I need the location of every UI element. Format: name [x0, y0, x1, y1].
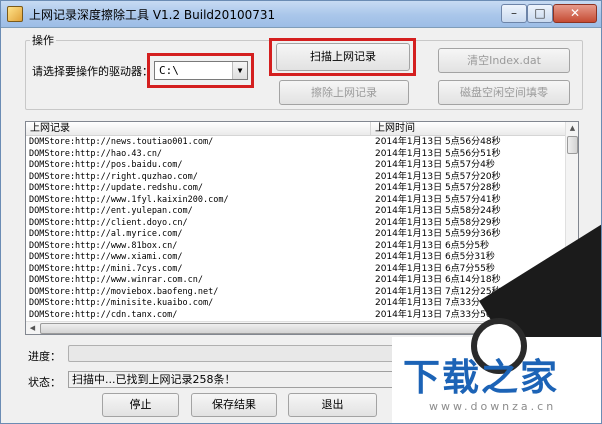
table-row[interactable]: DOMStore:http://ent.yulepan.com/2014年1月1… — [26, 206, 566, 218]
highlight-scan-button — [269, 38, 416, 76]
drive-label: 请选择要操作的驱动器： — [32, 65, 153, 78]
title-bar[interactable]: 上网记录深度擦除工具 V1.2 Build20100731 – □ ✕ — [1, 1, 601, 28]
table-row[interactable]: DOMStore:http://pos.baidu.com/2014年1月13日… — [26, 160, 566, 172]
table-row[interactable]: DOMStore:http://www.winrar.com.cn/2014年1… — [26, 275, 566, 287]
erase-records-button[interactable]: 擦除上网记录 — [279, 80, 409, 105]
progress-bar — [68, 345, 398, 362]
table-row[interactable]: DOMStore:http://client.doyo.cn/2014年1月13… — [26, 218, 566, 230]
table-row[interactable]: DOMStore:http://right.quzhao.com/2014年1月… — [26, 172, 566, 184]
row-time: 2014年1月13日 6点14分18秒 — [375, 275, 501, 285]
stop-button[interactable]: 停止 — [102, 393, 179, 417]
save-results-button[interactable]: 保存结果 — [191, 393, 277, 417]
table-row[interactable]: DOMStore:http://hao.43.cn/2014年1月13日 5点5… — [26, 149, 566, 161]
clear-index-dat-button[interactable]: 清空Index.dat — [438, 48, 570, 73]
column-header-url[interactable]: 上网记录 — [26, 122, 371, 136]
status-text: 扫描中...已找到上网记录258条！ — [68, 371, 398, 388]
row-url: DOMStore:http://www.81box.cn/ — [29, 240, 178, 251]
window-title: 上网记录深度擦除工具 V1.2 Build20100731 — [29, 8, 276, 22]
table-row[interactable]: DOMStore:http://mini.7cys.com/2014年1月13日… — [26, 264, 566, 276]
row-time: 2014年1月13日 5点57分41秒 — [375, 194, 501, 205]
row-url: DOMStore:http://pos.baidu.com/ — [29, 160, 183, 170]
table-row[interactable]: DOMStore:http://www.1fyl.kaixin200.com/2… — [26, 195, 566, 207]
row-url: DOMStore:http://al.myrice.com/ — [29, 229, 183, 239]
row-url: DOMStore:http://client.doyo.cn/ — [29, 217, 188, 228]
progress-label: 进度： — [28, 350, 61, 363]
row-url: DOMStore:http://minisite.kuaibo.com/ — [29, 298, 214, 308]
row-url: DOMStore:http://www.xiami.com/ — [29, 252, 183, 262]
row-url: DOMStore:http://moviebox.baofeng.net/ — [29, 286, 219, 297]
row-url: DOMStore:http://www.winrar.com.cn/ — [29, 275, 203, 285]
table-row[interactable]: DOMStore:http://www.81box.cn/2014年1月13日 … — [26, 241, 566, 253]
close-button[interactable]: ✕ — [553, 4, 597, 23]
row-time: 2014年1月13日 6点5分5秒 — [375, 240, 490, 251]
list-body: DOMStore:http://news.toutiao001.com/2014… — [26, 137, 566, 321]
row-url: DOMStore:http://www.1fyl.kaixin200.com/ — [29, 194, 229, 205]
row-url: DOMStore:http://mini.7cys.com/ — [29, 263, 183, 274]
row-time: 2014年1月13日 5点57分4秒 — [375, 160, 495, 170]
row-time: 2014年1月13日 7点33分50秒 — [375, 309, 501, 320]
minimize-button[interactable]: – — [501, 4, 527, 23]
operation-group-label: 操作 — [30, 32, 56, 48]
table-row[interactable]: DOMStore:http://www.xiami.com/2014年1月13日… — [26, 252, 566, 264]
highlight-drive-select — [147, 53, 254, 88]
row-time: 2014年1月13日 5点56分51秒 — [375, 148, 501, 159]
row-time: 2014年1月13日 5点59分36秒 — [375, 229, 501, 239]
wipe-free-space-button[interactable]: 磁盘空闲空间填零 — [438, 80, 570, 105]
vertical-scroll-thumb[interactable] — [567, 136, 578, 154]
exit-button[interactable]: 退出 — [288, 393, 377, 417]
status-label: 状态： — [28, 376, 61, 389]
row-url: DOMStore:http://update.redshu.com/ — [29, 183, 203, 193]
app-icon — [7, 6, 23, 22]
watermark-url: www.downza.cn — [429, 400, 557, 413]
row-time: 2014年1月13日 5点58分24秒 — [375, 206, 501, 216]
table-row[interactable]: DOMStore:http://al.myrice.com/2014年1月13日… — [26, 229, 566, 241]
row-url: DOMStore:http://cdn.tanx.com/ — [29, 309, 178, 320]
row-url: DOMStore:http://right.quzhao.com/ — [29, 171, 198, 182]
row-time: 2014年1月13日 6点7分55秒 — [375, 263, 495, 274]
row-time: 2014年1月13日 5点56分48秒 — [375, 137, 501, 147]
maximize-button[interactable]: □ — [527, 4, 553, 23]
list-header: 上网记录 上网时间 — [26, 122, 566, 136]
row-url: DOMStore:http://ent.yulepan.com/ — [29, 206, 193, 216]
row-time: 2014年1月13日 5点57分20秒 — [375, 171, 501, 182]
row-time: 2014年1月13日 5点58分29秒 — [375, 217, 501, 228]
scroll-up-icon[interactable]: ▲ — [566, 122, 578, 135]
row-url: DOMStore:http://hao.43.cn/ — [29, 148, 163, 159]
table-row[interactable]: DOMStore:http://update.redshu.com/2014年1… — [26, 183, 566, 195]
table-row[interactable]: DOMStore:http://news.toutiao001.com/2014… — [26, 137, 566, 149]
row-time: 2014年1月13日 6点5分31秒 — [375, 252, 495, 262]
row-time: 2014年1月13日 7点12分25秒 — [375, 286, 501, 297]
row-url: DOMStore:http://news.toutiao001.com/ — [29, 137, 214, 147]
scroll-left-icon[interactable]: ◀ — [26, 322, 39, 334]
app-window: 上网记录深度擦除工具 V1.2 Build20100731 – □ ✕ 操作 请… — [0, 0, 602, 424]
watermark-logo: 下载之家 — [403, 356, 559, 399]
row-time: 2014年1月13日 5点57分28秒 — [375, 183, 501, 193]
column-header-time[interactable]: 上网时间 — [371, 122, 566, 136]
